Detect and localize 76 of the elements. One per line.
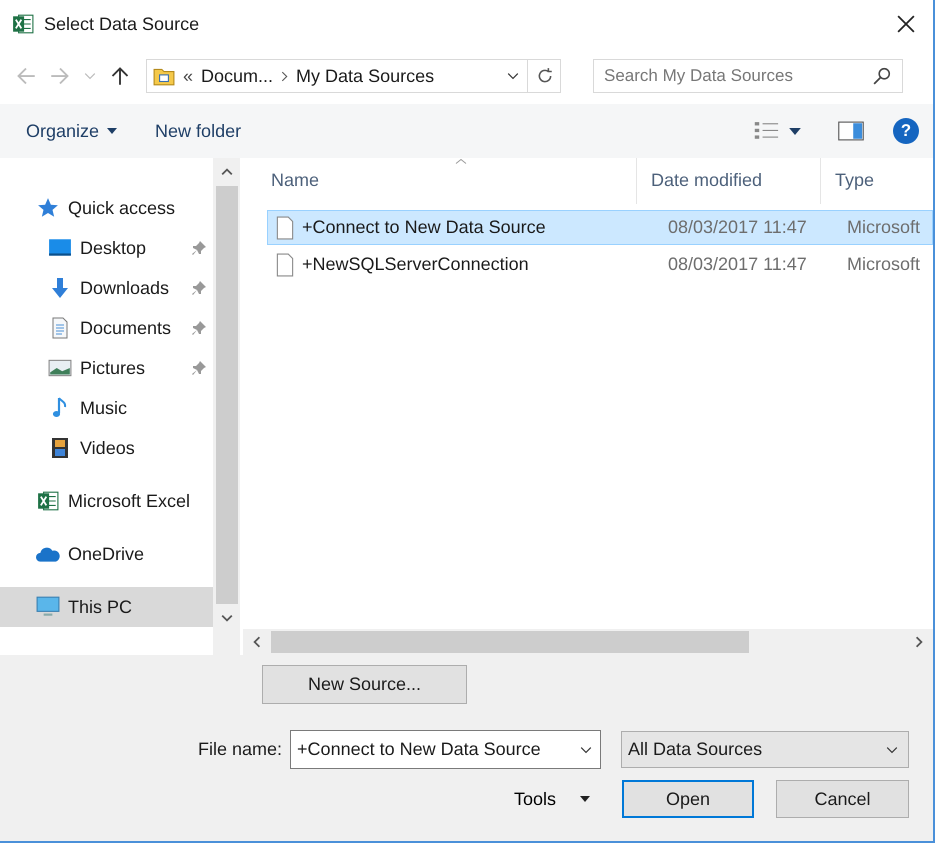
preview-pane-icon[interactable]	[837, 121, 865, 141]
type-cell: Microsoft	[847, 254, 920, 274]
file-type-dropdown[interactable]: All Data Sources	[621, 731, 910, 768]
picture-icon	[48, 357, 72, 379]
spreadsheet-icon	[36, 490, 60, 512]
sidebar-label: Downloads	[80, 278, 170, 298]
view-options-icon[interactable]	[753, 121, 781, 141]
chevron-right-icon[interactable]	[281, 70, 288, 82]
organize-menu[interactable]: Organize	[16, 116, 128, 146]
up-arrow-icon[interactable]	[110, 66, 130, 86]
sidebar-label: OneDrive	[68, 544, 146, 564]
blank-file-icon	[276, 252, 294, 276]
sidebar-item[interactable]: Microsoft Excel	[0, 481, 213, 521]
scroll-left-icon[interactable]	[253, 636, 261, 648]
vertical-scrollbar[interactable]	[213, 158, 240, 655]
file-name: +Connect to New Data Source	[302, 217, 546, 238]
file-row[interactable]: +Connect to New Data Source 08/03/2017 11:47 Microsoft	[267, 210, 933, 245]
chevron-down-icon[interactable]	[507, 72, 519, 80]
sidebar-label: Videos	[80, 438, 136, 458]
blank-file-icon	[276, 216, 294, 240]
caret-icon	[107, 128, 118, 134]
sidebar-label: Documents	[80, 318, 172, 338]
column-header[interactable]: Date modified	[637, 158, 821, 204]
sidebar-item[interactable]: Documents	[0, 308, 213, 348]
sidebar-item[interactable]: OneDrive	[0, 534, 213, 574]
overflow-chevron[interactable]: «	[183, 66, 194, 86]
chevron-down-icon[interactable]	[580, 746, 592, 754]
date-cell: 08/03/2017 11:47	[668, 254, 807, 274]
scroll-up-icon[interactable]	[220, 168, 232, 176]
horizontal-scrollbar[interactable]	[243, 629, 933, 655]
file-name-label: File name:	[198, 739, 282, 760]
breadcrumb-item[interactable]: Docum...	[201, 66, 274, 86]
column-header[interactable]: Name	[257, 158, 637, 204]
sidebar-label: Microsoft Excel	[68, 490, 192, 512]
scroll-right-icon[interactable]	[915, 636, 923, 648]
dialog-button[interactable]: Cancel	[776, 780, 909, 818]
sidebar-label: Quick access	[68, 198, 176, 218]
scroll-down-icon[interactable]	[220, 614, 232, 622]
breadcrumb-item[interactable]: My Data Sources	[296, 66, 434, 86]
close-icon[interactable]	[897, 15, 915, 33]
refresh-icon[interactable]	[536, 67, 554, 85]
new-source-button[interactable]: New Source...	[262, 665, 467, 704]
file-row[interactable]: +NewSQLServerConnection 08/03/2017 11:47 Microsoft	[267, 247, 933, 282]
star-icon	[36, 197, 60, 219]
spreadsheet-logo-icon	[12, 13, 34, 35]
window-title: Select Data Source	[44, 14, 200, 34]
sidebar-item[interactable]: Quick access	[0, 188, 213, 228]
sidebar-item[interactable]: This PC	[0, 587, 213, 627]
caret-icon	[580, 796, 590, 802]
file-name-field[interactable]: +Connect to New Data Source	[290, 730, 602, 769]
sidebar-label: Music	[80, 398, 128, 418]
sidebar-item[interactable]: Music	[0, 388, 213, 428]
sidebar-label: Pictures	[80, 358, 146, 378]
type-cell: Microsoft	[847, 217, 920, 237]
sidebar-label: This PC	[68, 596, 134, 618]
file-name: +NewSQLServerConnection	[302, 254, 529, 275]
caret-icon[interactable]	[789, 128, 801, 134]
monitor-icon	[36, 596, 60, 618]
search-icon	[873, 67, 891, 85]
search-field[interactable]: Search My Data Sources	[593, 59, 903, 93]
address-bar[interactable]: « Docum... My Data Sources	[146, 59, 561, 93]
chevron-down-icon[interactable]	[886, 746, 898, 754]
sidebar-item[interactable]: Desktop	[0, 228, 213, 268]
sidebar-item[interactable]: Pictures	[0, 348, 213, 388]
sidebar-item[interactable]: Downloads	[0, 268, 213, 308]
sidebar-item[interactable]: Videos	[0, 428, 213, 468]
scrollbar-thumb[interactable]	[216, 186, 238, 604]
tools-menu[interactable]: Tools	[506, 784, 600, 814]
date-cell: 08/03/2017 11:47	[668, 217, 807, 237]
sidebar-label: Desktop	[80, 238, 148, 258]
scrollbar-thumb[interactable]	[271, 631, 749, 653]
column-header[interactable]: Type	[821, 158, 933, 204]
new-folder-button[interactable]: New folder	[145, 116, 252, 146]
sort-caret-icon	[455, 158, 467, 165]
dialog-button[interactable]: Open	[622, 780, 754, 818]
help-button[interactable]: ?	[893, 118, 919, 144]
